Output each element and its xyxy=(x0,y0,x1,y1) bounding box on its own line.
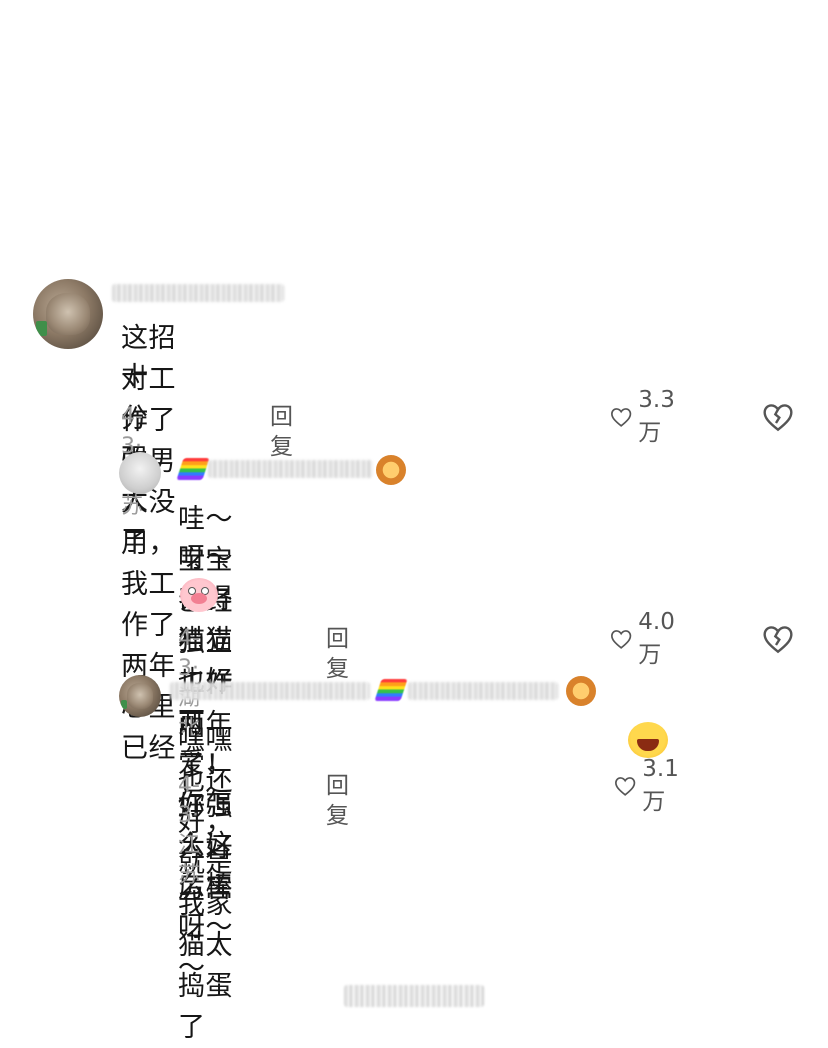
cat-photo xyxy=(45,293,91,335)
pig-face-icon xyxy=(180,578,218,612)
lion-badge-icon xyxy=(376,455,406,485)
rainbow-badge-icon xyxy=(374,679,408,701)
heart-icon xyxy=(611,630,632,649)
avatar[interactable] xyxy=(119,675,161,717)
like-button[interactable]: 3.1万 xyxy=(614,756,687,815)
watermark-blurred xyxy=(344,985,484,1007)
comment-date-location: 4-3· 江苏 xyxy=(121,404,144,519)
heart-icon xyxy=(615,777,636,796)
username-blurred[interactable] xyxy=(208,460,373,478)
like-button[interactable]: 4.0万 xyxy=(610,609,683,668)
cat-photo xyxy=(126,683,154,709)
like-button[interactable]: 3.3万 xyxy=(610,387,683,446)
broken-heart-icon[interactable] xyxy=(762,624,794,654)
like-count: 3.1万 xyxy=(642,756,679,815)
reply-button[interactable]: 回复 xyxy=(326,771,349,829)
heart-icon xyxy=(611,408,632,427)
broken-heart-icon[interactable] xyxy=(762,402,794,432)
laughing-face-icon xyxy=(628,722,668,758)
reply-button[interactable]: 回复 xyxy=(270,402,293,460)
like-count: 3.3万 xyxy=(638,387,675,446)
avatar[interactable] xyxy=(33,279,103,349)
rainbow-badge-icon xyxy=(176,458,210,480)
comment-date-location: 4-3· 江苏 xyxy=(178,773,201,888)
signature-blurred xyxy=(408,682,558,700)
comment-date-location: 4-3· 湖北 xyxy=(178,626,201,741)
reply-button[interactable]: 回复 xyxy=(326,624,349,682)
username-blurred[interactable] xyxy=(112,284,284,302)
avatar[interactable] xyxy=(119,452,161,494)
like-count: 4.0万 xyxy=(638,609,675,668)
username-blurred[interactable] xyxy=(170,682,370,700)
lion-badge-icon xyxy=(566,676,596,706)
